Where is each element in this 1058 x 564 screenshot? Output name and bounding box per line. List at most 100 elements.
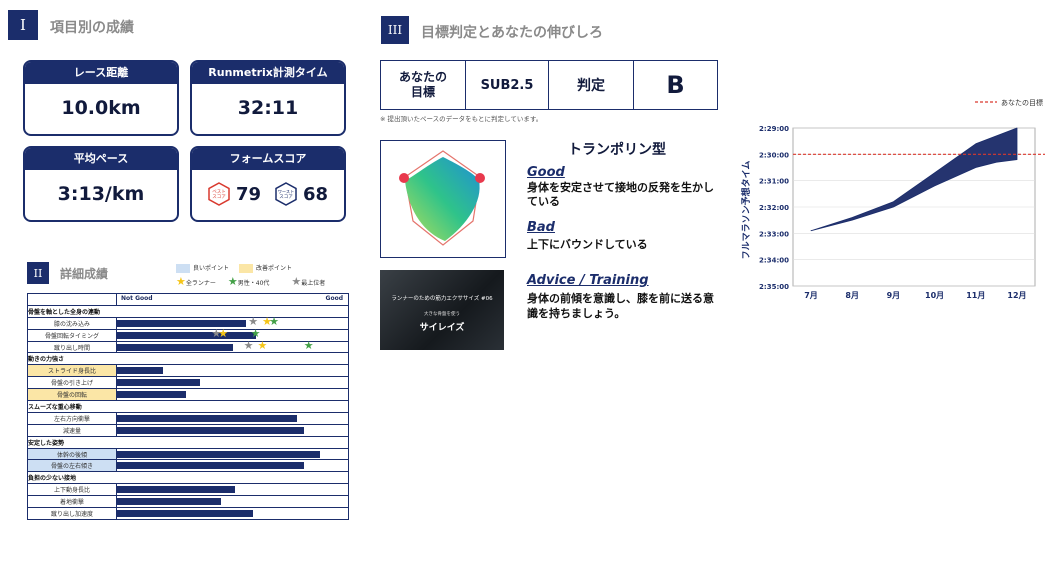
detail-score-bar (117, 343, 233, 351)
detail-bar-cell: ★ ★ ★ (116, 338, 349, 354)
detail-item-label: 上下動身長比 (27, 483, 117, 497)
training-video-thumbnail[interactable]: ランナーのための筋力エクササイズ #06 大きな骨盤を使う サイレイズ (380, 270, 504, 350)
detail-item-row: 着地衝撃 (27, 495, 349, 509)
detail-item-label: 着地衝撃 (27, 495, 117, 509)
svg-text:スコア: スコア (212, 194, 226, 200)
detail-group-label: 負担の少ない接地 (27, 471, 349, 485)
y-tick-label: 2:31:00 (759, 178, 789, 186)
best-score-hex-icon: ベスト スコア (208, 182, 230, 206)
form-type-figure (380, 140, 506, 258)
detail-item-row: 体幹の後傾 (27, 447, 349, 461)
star-icon: ★ (303, 338, 314, 352)
detail-bar-cell (116, 459, 349, 473)
y-tick-label: 2:29:00 (759, 125, 789, 133)
detail-item-row: 蹴り出し時間 ★ ★ ★ (27, 338, 349, 354)
video-line2: 大きな骨盤を使う (424, 312, 460, 317)
detail-table: Not Good Good 骨盤を軸とした全身の連動 膝の沈み込み ★ ★ ★ 骨盤回転タ… (27, 293, 349, 520)
card-pace-label: 平均ペース (25, 148, 177, 170)
detail-item-label: 蹴り出し加速度 (27, 507, 117, 520)
detail-item-label: 骨盤の左右傾き (27, 459, 117, 473)
detail-group-label: 安定した姿勢 (27, 435, 349, 449)
detail-group-row: 安定した姿勢 (27, 435, 349, 449)
star-icon: ★ (291, 275, 302, 288)
detail-item-row: 骨盤の回転 (27, 388, 349, 402)
card-form-label: フォームスコア (192, 148, 344, 170)
verdict-label: 判定 (549, 61, 634, 109)
detail-score-bar (117, 414, 298, 422)
detail-item-label: ストライド身長比 (27, 364, 117, 378)
detail-group-row: 負担の少ない接地 (27, 471, 349, 485)
legend-male40: ★男性・40代 (227, 275, 270, 288)
section1-title: 項目別の成績 (50, 20, 134, 36)
legend: 良いポイント 改善ポイント ★全ランナー ★男性・40代 ★最上位者 (176, 263, 325, 288)
detail-bar-cell (116, 364, 349, 378)
prediction-chart-svg: あなたの目標 フルマラソン予想タイム 2:29:00 2:30:00 2:31:00… (740, 98, 1045, 300)
detail-item-row: 蹴り出し加速度 (27, 507, 349, 520)
detail-item-label: 骨盤の引き上げ (27, 376, 117, 390)
detail-item-row: 骨盤の左右傾き (27, 459, 349, 473)
form-type-title: トランポリン型 (568, 142, 666, 158)
your-goal-label: あなたの 目標 (381, 61, 466, 109)
bad-heading: Bad (527, 220, 555, 235)
detail-bar-cell (116, 483, 349, 497)
verdict-value: B (666, 71, 685, 99)
detail-group-row: 骨盤を軸とした全身の連動 (27, 304, 349, 318)
form-type-hexagon-chart (399, 150, 485, 246)
prediction-chart: あなたの目標 フルマラソン予想タイム 2:29:00 2:30:00 2:31:00… (735, 90, 1053, 305)
best-score-value: 79 (235, 183, 261, 205)
y-tick-label: 2:33:00 (759, 230, 789, 238)
not-good-label: Not Good (121, 295, 153, 302)
star-icon: ★ (218, 326, 229, 340)
detail-bar-cell (116, 411, 349, 425)
legend-all-runners: ★全ランナー (176, 275, 216, 288)
detail-item-row: 膝の沈み込み ★ ★ ★ (27, 315, 349, 330)
detail-bar-cell (116, 376, 349, 390)
advice-text: 身体の前傾を意識し、膝を前に送る意識を持ちましょう。 (527, 292, 714, 320)
detail-group-label: 動きの力強さ (27, 352, 349, 366)
card-pace: 平均ペース 3:13/km (23, 146, 179, 222)
x-tick-label: 12月 (1007, 291, 1026, 300)
card-distance: レース距離 10.0km (23, 60, 179, 136)
detail-item-row: 減速量 (27, 423, 349, 437)
detail-score-bar (117, 462, 305, 470)
detail-item-label: 蹴り出し時間 (27, 340, 117, 354)
card-distance-label: レース距離 (25, 62, 177, 84)
card-pace-value: 3:13/km (57, 183, 145, 205)
detail-score-bar (117, 379, 201, 387)
detail-bar-cell (116, 495, 349, 509)
section3-badge: III (381, 16, 409, 44)
detail-item-row: 左右方向衝撃 (27, 411, 349, 425)
legend-good: 良いポイント (176, 263, 229, 273)
section3-title: 目標判定とあなたの伸びしろ (421, 25, 603, 41)
star-icon: ★ (227, 275, 238, 288)
video-line3: サイレイズ (419, 323, 465, 333)
worst-score-value: 68 (303, 183, 329, 205)
star-icon: ★ (257, 338, 268, 352)
detail-item-label: 骨盤回転タイミング (27, 328, 117, 342)
section1-badge: I (8, 10, 38, 40)
x-tick-label: 9月 (887, 291, 901, 300)
detail-score-bar (117, 331, 256, 339)
detail-item-row: 骨盤回転タイミング ★ ★ ★ (27, 326, 349, 342)
card-form-score: フォームスコア ベスト スコア 79 ワースト スコア 68 (190, 146, 346, 222)
star-icon: ★ (243, 338, 254, 352)
judge-table: あなたの 目標 SUB2.5 判定 B (380, 60, 718, 110)
detail-item-label: 体幹の後傾 (27, 447, 117, 461)
section2-badge: II (27, 262, 49, 284)
good-heading: Good (527, 165, 565, 180)
star-icon: ★ (176, 275, 186, 288)
target-legend-label: あなたの目標 (1001, 98, 1043, 107)
detail-item-row: 骨盤の引き上げ (27, 376, 349, 390)
detail-item-label: 骨盤の回転 (27, 388, 117, 402)
detail-bar-cell (116, 507, 349, 520)
detail-group-label: 骨盤を軸とした全身の連動 (27, 304, 349, 318)
detail-item-row: ストライド身長比 (27, 364, 349, 378)
x-tick-label: 10月 (925, 291, 944, 300)
detail-item-label: 減速量 (27, 423, 117, 437)
good-label: Good (325, 295, 343, 302)
detail-score-bar (117, 426, 305, 434)
x-tick-label: 8月 (845, 291, 859, 300)
card-time: Runmetrix計測タイム 32:11 (190, 60, 346, 136)
y-axis-label: フルマラソン予想タイム (740, 161, 752, 260)
legend-top: ★最上位者 (291, 275, 326, 288)
